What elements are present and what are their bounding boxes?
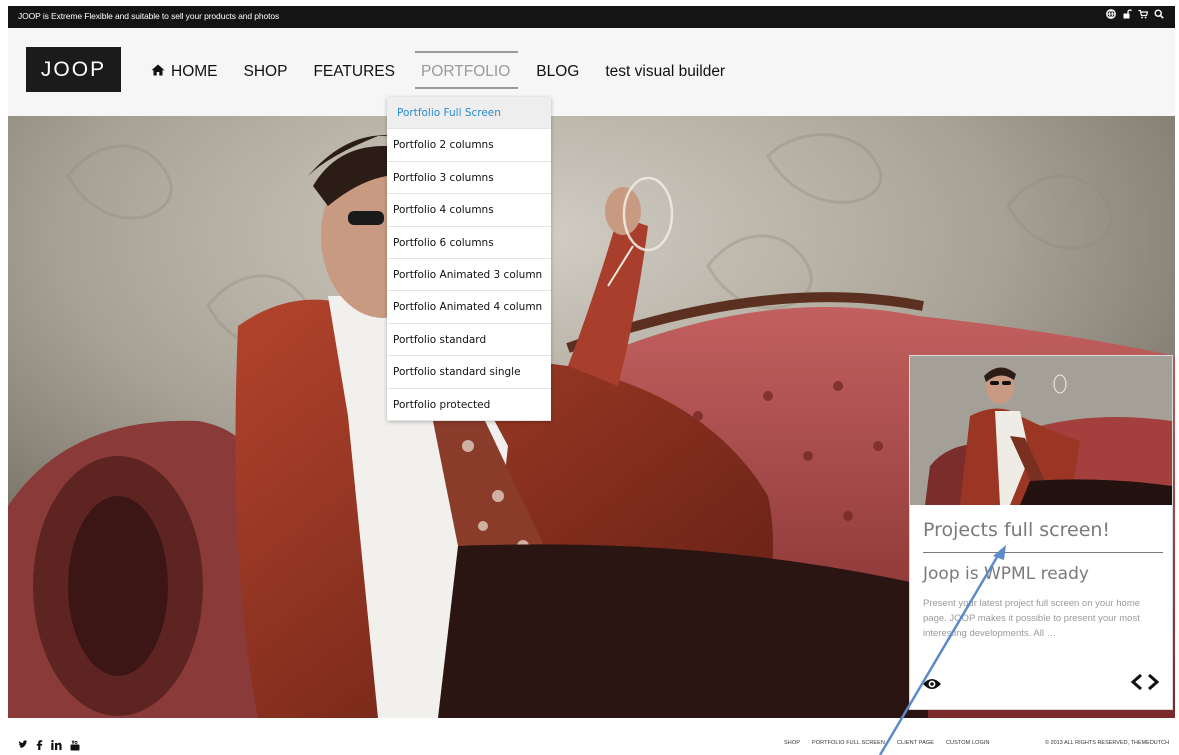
card-divider: [923, 552, 1163, 553]
top-bar: JOOP is Extreme Flexible and suitable to…: [8, 6, 1175, 28]
dropdown-item-portfolio-full-screen[interactable]: Portfolio Full Screen: [387, 97, 551, 130]
dropdown-item-portfolio-standard[interactable]: Portfolio standard: [387, 324, 551, 357]
nav-item-label: PORTFOLIO: [420, 63, 511, 80]
main-nav: HOME SHOP FEATURES PORTFOLIO BLOG test v…: [151, 51, 751, 89]
card-subtitle: Joop is WPML ready: [923, 564, 1089, 584]
project-card: Projects full screen! Joop is WPML ready…: [909, 355, 1173, 710]
nav-item-label: test visual builder: [605, 63, 726, 80]
dropdown-item-portfolio-protected[interactable]: Portfolio protected: [387, 389, 551, 421]
linkedin-icon[interactable]: [51, 740, 62, 754]
footer-link-custom-login[interactable]: CUSTOM LOGIN: [946, 740, 990, 746]
site-logo[interactable]: JOOP: [26, 47, 121, 92]
search-icon[interactable]: [1153, 9, 1165, 23]
dropdown-item-portfolio-2-columns[interactable]: Portfolio 2 columns: [387, 129, 551, 162]
card-title: Projects full screen!: [923, 519, 1111, 541]
nav-item-blog[interactable]: BLOG: [536, 63, 579, 81]
copyright-text: © 2013 ALL RIGHTS RESERVED, THEMEDUTCH: [1045, 740, 1170, 746]
dropdown-item-portfolio-3-columns[interactable]: Portfolio 3 columns: [387, 162, 551, 195]
nav-item-shop[interactable]: SHOP: [244, 63, 288, 81]
youtube-icon[interactable]: [70, 740, 80, 754]
lock-icon[interactable]: [1121, 9, 1133, 23]
twitter-icon[interactable]: [18, 740, 28, 754]
home-icon: [151, 63, 165, 81]
card-nav-arrows[interactable]: [1130, 672, 1160, 696]
nav-item-test-visual-builder[interactable]: test visual builder: [605, 63, 725, 81]
nav-item-portfolio[interactable]: PORTFOLIO: [414, 51, 519, 89]
chevron-left-right-icon[interactable]: [1130, 673, 1160, 691]
site-tagline: JOOP is Extreme Flexible and suitable to…: [18, 11, 280, 21]
globe-icon[interactable]: [1105, 9, 1117, 23]
site-footer: SHOP PORTFOLIO FULL SCREEN CLIENT PAGE C…: [8, 718, 1175, 755]
portfolio-dropdown-menu: Portfolio Full Screen Portfolio 2 column…: [387, 97, 551, 421]
top-bar-icons: [1105, 9, 1165, 23]
dropdown-item-portfolio-animated-4-column[interactable]: Portfolio Animated 4 column: [387, 291, 551, 324]
dropdown-item-portfolio-6-columns[interactable]: Portfolio 6 columns: [387, 227, 551, 259]
footer-link-client-page[interactable]: CLIENT PAGE: [897, 740, 934, 746]
nav-item-label: HOME: [171, 63, 218, 80]
footer-link-shop[interactable]: SHOP: [784, 740, 800, 746]
cart-icon[interactable]: [1137, 9, 1149, 23]
dropdown-item-portfolio-standard-single[interactable]: Portfolio standard single: [387, 356, 551, 389]
thumbnail-illustration: [910, 356, 1172, 505]
social-links: [18, 740, 80, 754]
nav-item-home[interactable]: HOME: [151, 63, 218, 81]
footer-links: SHOP PORTFOLIO FULL SCREEN CLIENT PAGE C…: [784, 740, 990, 746]
nav-item-label: SHOP: [243, 63, 288, 80]
nav-item-features[interactable]: FEATURES: [313, 63, 395, 81]
dropdown-item-portfolio-4-columns[interactable]: Portfolio 4 columns: [387, 194, 551, 227]
facebook-icon[interactable]: [36, 740, 43, 754]
nav-item-label: BLOG: [536, 63, 580, 80]
dropdown-item-portfolio-animated-3-column[interactable]: Portfolio Animated 3 column: [387, 259, 551, 292]
project-thumbnail[interactable]: [910, 356, 1172, 505]
nav-item-label: FEATURES: [313, 63, 395, 80]
card-description: Present your latest project full screen …: [923, 598, 1141, 639]
footer-link-portfolio-full-screen[interactable]: PORTFOLIO FULL SCREEN: [812, 740, 885, 746]
eye-icon[interactable]: [922, 676, 942, 695]
site-header: JOOP HOME SHOP FEATURES PORTFOLIO BLOG t…: [8, 28, 1175, 116]
